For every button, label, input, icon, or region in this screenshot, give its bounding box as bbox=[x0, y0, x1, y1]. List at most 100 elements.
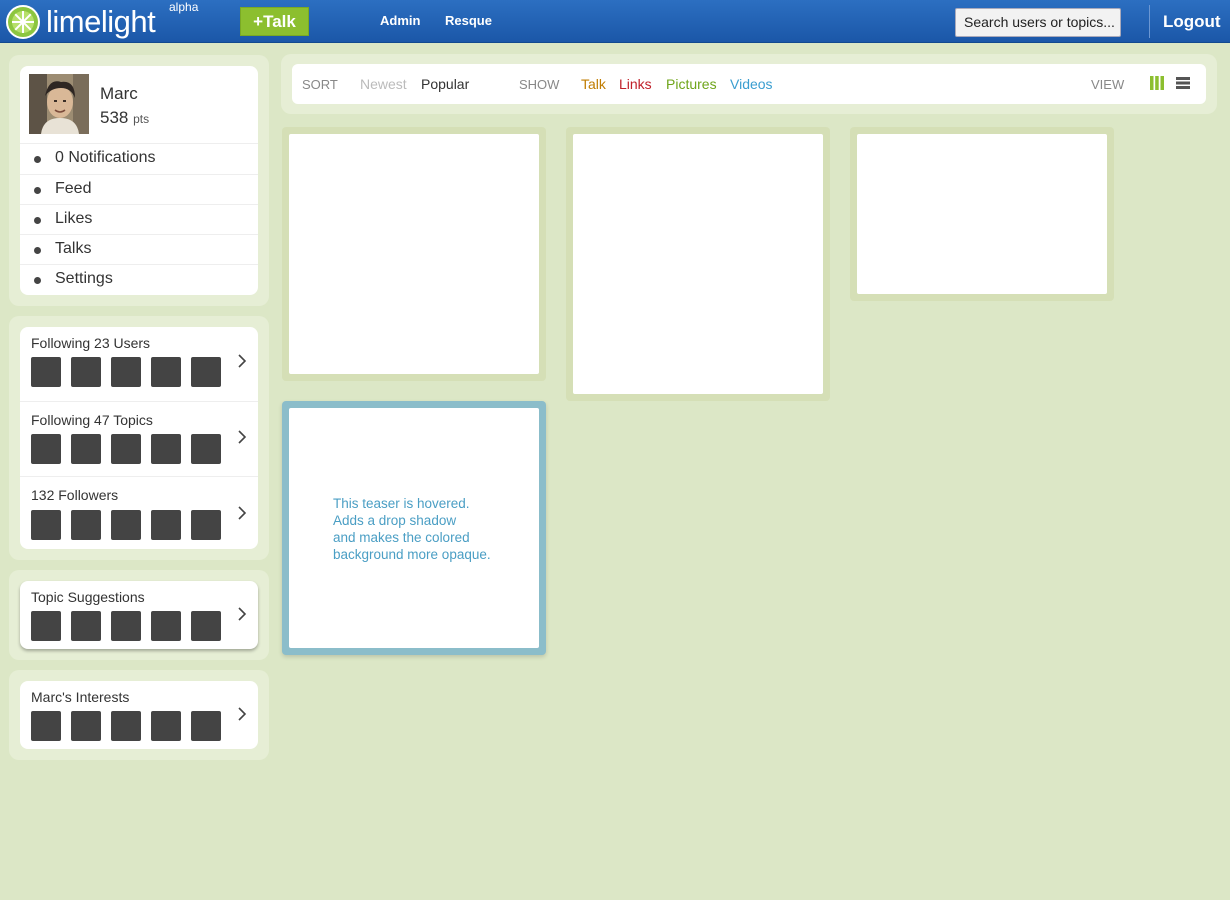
followers-block[interactable]: 132 Followers bbox=[20, 476, 258, 549]
grid-view-icon[interactable] bbox=[1150, 76, 1164, 90]
topic-thumbnail[interactable] bbox=[71, 611, 101, 641]
interests-card[interactable]: Marc's Interests bbox=[20, 681, 258, 749]
show-videos[interactable]: Videos bbox=[730, 76, 773, 92]
user-name[interactable]: Marc bbox=[100, 84, 138, 104]
menu-item-feed[interactable]: Feed bbox=[20, 174, 258, 204]
topic-thumbnail[interactable] bbox=[71, 434, 101, 464]
hover-note-line: background more opaque. bbox=[333, 547, 491, 562]
teaser-content[interactable] bbox=[857, 134, 1107, 294]
lime-logo-icon bbox=[6, 5, 40, 39]
bullet-icon bbox=[34, 277, 41, 284]
menu-item-notifications[interactable]: 0 Notifications bbox=[20, 144, 258, 174]
user-thumbnail[interactable] bbox=[111, 357, 141, 387]
followers-thumbs bbox=[31, 510, 221, 540]
hover-note-line: Adds a drop shadow bbox=[333, 513, 457, 528]
sort-newest[interactable]: Newest bbox=[360, 76, 407, 92]
teaser-content[interactable] bbox=[289, 134, 539, 374]
user-thumbnail[interactable] bbox=[151, 510, 181, 540]
logo[interactable]: limelight bbox=[6, 4, 156, 40]
user-thumbnail[interactable] bbox=[71, 510, 101, 540]
user-thumbnail[interactable] bbox=[191, 357, 221, 387]
chevron-right-icon[interactable] bbox=[236, 706, 248, 722]
nav-resque-link[interactable]: Resque bbox=[445, 13, 492, 28]
search-input[interactable]: Search users or topics... bbox=[955, 8, 1121, 37]
topic-thumbnail[interactable] bbox=[111, 611, 141, 641]
chevron-right-icon[interactable] bbox=[236, 429, 248, 445]
logo-alpha-tag: alpha bbox=[169, 0, 199, 14]
teaser-content[interactable] bbox=[573, 134, 823, 394]
interest-thumbnail[interactable] bbox=[71, 711, 101, 741]
menu-item-talks[interactable]: Talks bbox=[20, 234, 258, 264]
teaser-card[interactable] bbox=[282, 127, 546, 381]
interests-title[interactable]: Marc's Interests bbox=[31, 689, 129, 705]
list-view-icon[interactable] bbox=[1176, 76, 1190, 90]
profile-menu: 0 Notifications Feed Likes Talks Setting… bbox=[20, 144, 258, 294]
profile-card: Marc 538 pts 0 Notifications Feed Likes … bbox=[20, 66, 258, 295]
show-label: SHOW bbox=[519, 77, 560, 92]
following-topics-title[interactable]: Following 47 Topics bbox=[31, 412, 153, 428]
teaser-card[interactable] bbox=[566, 127, 830, 401]
hover-note: This teaser is hovered. Adds a drop shad… bbox=[333, 495, 523, 563]
topic-suggestions-card[interactable]: Topic Suggestions bbox=[20, 581, 258, 649]
profile-panel: Marc 538 pts 0 Notifications Feed Likes … bbox=[9, 55, 269, 306]
logout-link[interactable]: Logout bbox=[1163, 12, 1221, 32]
interest-thumbnail[interactable] bbox=[151, 711, 181, 741]
sort-label: SORT bbox=[302, 77, 338, 92]
show-pictures[interactable]: Pictures bbox=[666, 76, 717, 92]
user-thumbnail[interactable] bbox=[191, 510, 221, 540]
bullet-icon bbox=[34, 156, 41, 163]
chevron-right-icon[interactable] bbox=[236, 353, 248, 369]
teaser-card[interactable] bbox=[850, 127, 1114, 301]
bullet-icon bbox=[34, 217, 41, 224]
topic-thumbnail[interactable] bbox=[191, 434, 221, 464]
view-label: VIEW bbox=[1091, 77, 1125, 92]
following-topics-thumbs bbox=[31, 434, 221, 464]
teaser-content[interactable]: This teaser is hovered. Adds a drop shad… bbox=[289, 408, 539, 648]
user-thumbnail[interactable] bbox=[71, 357, 101, 387]
show-talk[interactable]: Talk bbox=[581, 76, 606, 92]
topic-thumbnail[interactable] bbox=[111, 434, 141, 464]
user-thumbnail[interactable] bbox=[111, 510, 141, 540]
nav-admin-link[interactable]: Admin bbox=[380, 13, 420, 28]
interest-thumbnail[interactable] bbox=[31, 711, 61, 741]
following-users-block[interactable]: Following 23 Users bbox=[20, 327, 258, 401]
topic-thumbnail[interactable] bbox=[191, 611, 221, 641]
points-unit: pts bbox=[133, 112, 150, 126]
user-points: 538 pts bbox=[100, 108, 149, 128]
following-users-title[interactable]: Following 23 Users bbox=[31, 335, 150, 351]
sort-popular[interactable]: Popular bbox=[421, 76, 469, 92]
topic-suggestions-panel: Topic Suggestions bbox=[9, 570, 269, 660]
profile-header: Marc 538 pts bbox=[20, 66, 258, 144]
following-topics-block[interactable]: Following 47 Topics bbox=[20, 401, 258, 476]
topic-suggestions-thumbs bbox=[31, 611, 221, 641]
followers-title[interactable]: 132 Followers bbox=[31, 487, 118, 503]
new-talk-button[interactable]: +Talk bbox=[240, 7, 309, 36]
avatar[interactable] bbox=[29, 74, 89, 134]
interest-thumbnail[interactable] bbox=[191, 711, 221, 741]
topic-suggestions-title[interactable]: Topic Suggestions bbox=[31, 589, 145, 605]
menu-item-settings[interactable]: Settings bbox=[20, 264, 258, 294]
menu-item-label: Settings bbox=[55, 270, 113, 287]
menu-item-likes[interactable]: Likes bbox=[20, 204, 258, 234]
filter-toolbar-panel: SORT Newest Popular SHOW Talk Links Pict… bbox=[281, 54, 1217, 114]
chevron-right-icon[interactable] bbox=[236, 606, 248, 622]
user-thumbnail[interactable] bbox=[31, 510, 61, 540]
show-links[interactable]: Links bbox=[619, 76, 652, 92]
menu-item-label: Likes bbox=[55, 210, 93, 227]
hover-note-line: and makes the colored bbox=[333, 530, 470, 545]
user-thumbnail[interactable] bbox=[31, 357, 61, 387]
filter-toolbar: SORT Newest Popular SHOW Talk Links Pict… bbox=[292, 64, 1206, 104]
interest-thumbnail[interactable] bbox=[111, 711, 141, 741]
top-bar: limelight alpha +Talk Admin Resque Searc… bbox=[0, 0, 1230, 43]
topic-thumbnail[interactable] bbox=[151, 434, 181, 464]
user-thumbnail[interactable] bbox=[151, 357, 181, 387]
topic-thumbnail[interactable] bbox=[31, 611, 61, 641]
hover-note-line: This teaser is hovered. bbox=[333, 496, 470, 511]
chevron-right-icon[interactable] bbox=[236, 505, 248, 521]
teaser-card-hovered[interactable]: This teaser is hovered. Adds a drop shad… bbox=[282, 401, 546, 655]
divider bbox=[1149, 5, 1150, 38]
following-panel: Following 23 Users Following 47 Topics 1… bbox=[9, 316, 269, 560]
menu-item-label: Feed bbox=[55, 180, 92, 197]
topic-thumbnail[interactable] bbox=[151, 611, 181, 641]
topic-thumbnail[interactable] bbox=[31, 434, 61, 464]
